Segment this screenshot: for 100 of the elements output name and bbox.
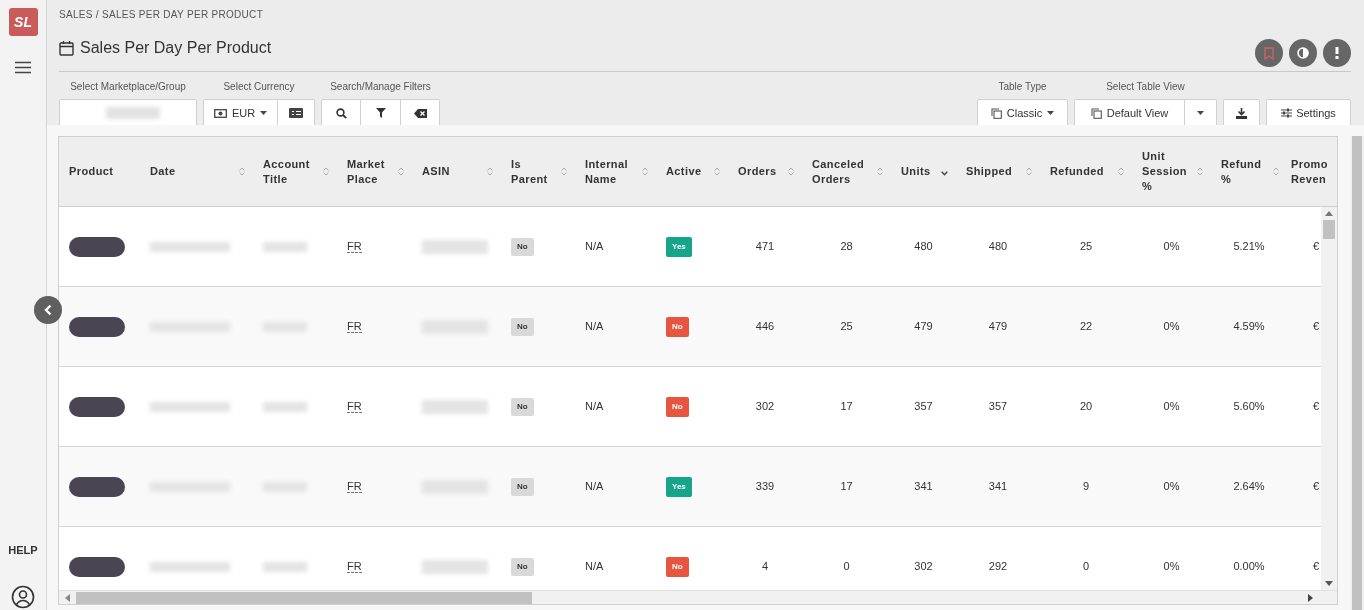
sort-icon[interactable]	[714, 167, 720, 176]
column-header[interactable]: ASIN	[412, 137, 501, 206]
column-header[interactable]: Market Place	[337, 137, 412, 206]
sort-descending-icon[interactable]	[941, 171, 948, 176]
table-cell-text: 0%	[1163, 479, 1180, 495]
sort-icon[interactable]	[561, 167, 567, 176]
marketplace-abbreviation: FR	[347, 240, 362, 253]
page-scrollbar[interactable]	[1350, 136, 1364, 610]
marketplace-select[interactable]	[59, 99, 197, 127]
column-header[interactable]: Account Title	[253, 137, 337, 206]
field-label: Select Table View	[1106, 80, 1185, 94]
breadcrumb: SALES / SALES PER DAY PER PRODUCT	[59, 8, 265, 22]
download-button[interactable]	[1223, 99, 1260, 127]
sort-icon[interactable]	[642, 167, 648, 176]
clear-filters-button[interactable]	[401, 99, 440, 127]
sort-icon[interactable]	[788, 167, 794, 176]
table-view-dropdown[interactable]	[1185, 99, 1217, 127]
column-header[interactable]: Date	[140, 137, 253, 206]
calendar-icon	[59, 40, 74, 56]
bookmark-button[interactable]	[1255, 39, 1283, 67]
logo[interactable]: SL	[8, 8, 38, 36]
horizontal-scrollbar[interactable]	[59, 590, 1337, 604]
table-cell-text: 25	[1079, 239, 1093, 255]
currency-rates-button[interactable]	[278, 99, 315, 127]
status-badge: No	[511, 397, 534, 416]
contrast-button[interactable]	[1289, 39, 1317, 67]
column-header[interactable]: Active	[656, 137, 728, 206]
table-cell-text: 0%	[1163, 239, 1180, 255]
field-label: Select Marketplace/Group	[70, 80, 186, 94]
column-header[interactable]: Product	[59, 137, 140, 206]
column-header[interactable]: Refund %	[1211, 137, 1287, 206]
photo-placeholder	[69, 236, 125, 257]
blurred-text	[422, 239, 488, 254]
search-button[interactable]	[321, 99, 361, 127]
sort-icon[interactable]	[398, 167, 404, 176]
caret-icon	[260, 111, 268, 115]
table-cell-text: 302	[755, 399, 775, 415]
status-badge: No	[666, 316, 689, 337]
settings-button[interactable]: Settings	[1266, 99, 1351, 127]
currency-dropdown[interactable]: EUR	[203, 99, 278, 127]
blurred-text	[422, 559, 488, 574]
column-header[interactable]: Shipped	[956, 137, 1040, 206]
table-cell-text: 0	[843, 559, 850, 575]
scroll-up-icon[interactable]	[1325, 211, 1333, 216]
vertical-scrollbar[interactable]	[1321, 207, 1337, 590]
table-cell-text: 339	[755, 479, 775, 495]
more-button[interactable]	[1323, 39, 1351, 67]
table-cell-text: 0.00%	[1233, 559, 1265, 575]
sort-icon[interactable]	[323, 167, 329, 176]
photo-placeholder	[69, 476, 125, 497]
scrollbar-thumb[interactable]	[1323, 220, 1335, 239]
page-title: Sales Per Day Per Product	[80, 38, 272, 58]
sort-icon[interactable]	[877, 167, 883, 176]
table-cell-text: €	[1313, 399, 1320, 415]
table-cell-text: 341	[988, 479, 1008, 495]
table-cell-text: 480	[914, 239, 933, 255]
user-icon[interactable]	[11, 585, 35, 609]
scrollbar-thumb[interactable]	[76, 591, 532, 604]
bookmark-icon	[1264, 46, 1274, 60]
column-header[interactable]: Internal Name	[575, 137, 656, 206]
table-cell-text: 17	[840, 479, 853, 495]
column-header[interactable]: Unit Session %	[1132, 137, 1211, 206]
table-cell-text: €	[1313, 239, 1320, 255]
column-header[interactable]: Canceled Orders	[802, 137, 891, 206]
blurred-text	[106, 107, 160, 119]
status-badge: No	[511, 557, 534, 576]
sort-icon[interactable]	[1118, 167, 1124, 176]
marketplace-abbreviation: FR	[347, 480, 362, 493]
column-header[interactable]: Refunded	[1040, 137, 1132, 206]
sliders-icon	[1281, 108, 1293, 118]
filter-button[interactable]	[361, 99, 401, 127]
scroll-right-icon[interactable]	[1308, 593, 1313, 602]
sort-icon[interactable]	[239, 167, 245, 176]
help-link[interactable]: HELP	[8, 541, 38, 558]
column-header[interactable]: Orders	[728, 137, 802, 206]
table-cell-text: 2.64%	[1233, 479, 1265, 495]
menu-icon[interactable]	[15, 61, 31, 74]
table-cell-text: €	[1313, 479, 1320, 495]
column-header[interactable]: Is Parent	[501, 137, 575, 206]
field-label: Search/Manage Filters	[330, 80, 431, 94]
blurred-text	[422, 399, 488, 414]
sort-icon[interactable]	[1026, 167, 1032, 176]
sort-icon[interactable]	[1197, 167, 1203, 176]
table-cell-text: N/A	[585, 239, 604, 255]
column-header[interactable]: Units	[891, 137, 956, 206]
sort-icon[interactable]	[487, 167, 493, 176]
marketplace-abbreviation: FR	[347, 400, 362, 413]
table-type-dropdown[interactable]: Classic	[977, 99, 1068, 127]
table-cell-text: 0%	[1163, 319, 1180, 335]
table-cell-text: €	[1313, 319, 1320, 335]
table-cell-text: 479	[988, 319, 1008, 335]
sort-icon[interactable]	[1273, 167, 1279, 176]
scroll-down-icon[interactable]	[1325, 581, 1333, 586]
field-label: Table Type	[998, 80, 1047, 94]
download-icon	[1236, 107, 1247, 119]
table-cell-text: 20	[1079, 399, 1093, 415]
scroll-left-icon[interactable]	[65, 593, 70, 602]
column-header[interactable]: Promo Reven	[1287, 137, 1335, 206]
card-icon	[289, 108, 303, 118]
table-view-button[interactable]: Default View	[1074, 99, 1185, 127]
